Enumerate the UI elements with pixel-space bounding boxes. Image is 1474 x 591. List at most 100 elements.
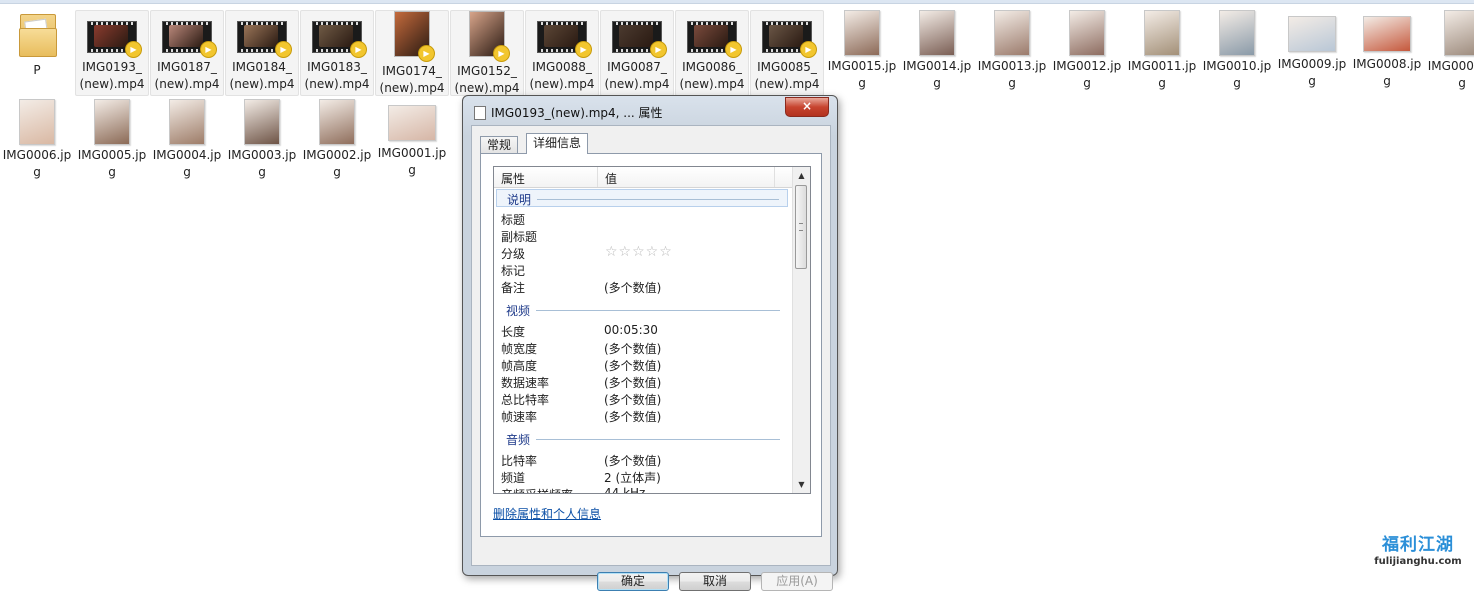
image-file-item[interactable]: IMG0010.jpg (1200, 10, 1274, 96)
tab-general[interactable]: 常规 (480, 136, 519, 153)
video-file-item[interactable]: ▶ IMG0174_(new).mp4 (375, 10, 449, 96)
property-value: (多个数值) (604, 410, 662, 424)
property-value: 2 (立体声) (604, 471, 661, 485)
tab-details[interactable]: 详细信息 (526, 133, 589, 154)
rating-stars-icon[interactable]: ☆☆☆☆☆ (605, 244, 673, 260)
property-row[interactable]: 帧宽度 (多个数值) (494, 340, 792, 357)
vertical-scrollbar[interactable]: ▲ ▼ (792, 167, 810, 493)
file-name-label: IMG0174_(new).mp4 (379, 64, 445, 95)
property-row[interactable]: 分级 ☆☆☆☆☆ (494, 244, 792, 262)
property-row[interactable]: 频道 2 (立体声) (494, 469, 792, 486)
property-row[interactable]: 长度 00:05:30 (494, 323, 792, 340)
video-file-item[interactable]: ▶ IMG0152_(new).mp4 (450, 10, 524, 96)
watermark-text: 福利江湖 (1382, 535, 1454, 555)
property-row[interactable]: 标记 (494, 262, 792, 279)
image-file-item[interactable]: IMG0003.jpg (225, 99, 299, 185)
column-divider[interactable] (774, 167, 775, 187)
image-thumbnail (919, 10, 955, 56)
image-thumbnail (319, 99, 355, 145)
video-thumbnail: ▶ (87, 21, 142, 58)
video-file-item[interactable]: ▶ IMG0087_(new).mp4 (600, 10, 674, 96)
file-name-label: IMG0008.jpg (1352, 57, 1422, 88)
property-row[interactable]: 帧高度 (多个数值) (494, 357, 792, 374)
scroll-up-arrow-icon[interactable]: ▲ (793, 167, 810, 184)
image-file-item[interactable]: IMG0001.jpg (375, 99, 449, 185)
image-thumbnail (1144, 10, 1180, 56)
file-name-label: IMG0011.jpg (1127, 59, 1197, 90)
image-thumbnail (1444, 10, 1474, 56)
property-name: 备注 (501, 281, 526, 295)
image-file-item[interactable]: IMG0013.jpg (975, 10, 1049, 96)
video-file-item[interactable]: ▶ IMG0088_(new).mp4 (525, 10, 599, 96)
group-label: 音频 (506, 433, 531, 447)
dialog-title: IMG0193_(new).mp4, ... 属性 (491, 106, 663, 120)
video-file-item[interactable]: ▶ IMG0183_(new).mp4 (300, 10, 374, 96)
property-name: 总比特率 (501, 393, 550, 407)
play-overlay-icon: ▶ (200, 41, 217, 58)
image-file-item[interactable]: IMG0007.jpg (1425, 10, 1474, 96)
scrollbar-thumb[interactable] (795, 185, 807, 269)
image-file-item[interactable]: IMG0004.jpg (150, 99, 224, 185)
property-row[interactable]: 总比特率 (多个数值) (494, 391, 792, 408)
property-row[interactable]: 音频采样频率 44 kHz (494, 486, 792, 493)
column-header-value[interactable]: 值 (605, 170, 617, 187)
property-row[interactable]: 副标题 (494, 228, 792, 245)
image-file-item[interactable]: IMG0014.jpg (900, 10, 974, 96)
group-header[interactable]: 说明 (496, 189, 788, 207)
file-name-label: IMG0004.jpg (152, 148, 222, 179)
cancel-button[interactable]: 取消 (679, 572, 751, 591)
video-file-item[interactable]: ▶ IMG0193_(new).mp4 (75, 10, 149, 96)
property-row[interactable]: 标题 (494, 211, 792, 228)
image-file-item[interactable]: IMG0005.jpg (75, 99, 149, 185)
video-file-item[interactable]: ▶ IMG0187_(new).mp4 (150, 10, 224, 96)
property-row[interactable]: 比特率 (多个数值) (494, 452, 792, 469)
video-file-item[interactable]: ▶ IMG0085_(new).mp4 (750, 10, 824, 96)
folder-item[interactable]: P (0, 10, 74, 96)
file-name-label: IMG0088_(new).mp4 (529, 60, 595, 91)
play-overlay-icon: ▶ (350, 41, 367, 58)
video-thumbnail: ▶ (537, 21, 592, 58)
group-header[interactable]: 视频 (496, 301, 788, 319)
file-name-label: IMG0086_(new).mp4 (679, 60, 745, 91)
play-overlay-icon: ▶ (125, 41, 142, 58)
video-thumbnail: ▶ (394, 11, 435, 62)
property-list[interactable]: 属性 值 说明 标题 副标题 分级 ☆☆☆☆☆ 标记 备注 (多个数值) 视频 长度 00:05:3… (493, 166, 811, 494)
image-file-item[interactable]: IMG0012.jpg (1050, 10, 1124, 96)
column-divider[interactable] (597, 167, 598, 187)
image-file-item[interactable]: IMG0008.jpg (1350, 10, 1424, 96)
group-label: 说明 (507, 193, 532, 207)
group-divider (537, 199, 779, 200)
property-name: 频道 (501, 471, 526, 485)
video-file-item[interactable]: ▶ IMG0086_(new).mp4 (675, 10, 749, 96)
video-thumbnail: ▶ (162, 21, 217, 58)
scroll-down-arrow-icon[interactable]: ▼ (793, 476, 810, 493)
image-thumbnail (169, 99, 205, 145)
property-row[interactable]: 备注 (多个数值) (494, 279, 792, 296)
column-header-property[interactable]: 属性 (501, 170, 525, 187)
image-file-item[interactable]: IMG0002.jpg (300, 99, 374, 185)
property-value: 00:05:30 (604, 323, 658, 337)
file-name-label: IMG0085_(new).mp4 (754, 60, 820, 91)
file-name-label: IMG0087_(new).mp4 (604, 60, 670, 91)
file-name-label: IMG0009.jpg (1277, 57, 1347, 88)
image-file-item[interactable]: IMG0006.jpg (0, 99, 74, 185)
property-value: (多个数值) (604, 359, 662, 373)
file-name-label: IMG0187_(new).mp4 (154, 60, 220, 91)
group-divider (536, 439, 780, 440)
image-file-item[interactable]: IMG0015.jpg (825, 10, 899, 96)
remove-properties-link[interactable]: 删除属性和个人信息 (493, 505, 601, 522)
image-file-item[interactable]: IMG0011.jpg (1125, 10, 1199, 96)
property-row[interactable]: 数据速率 (多个数值) (494, 374, 792, 391)
close-button[interactable]: × (785, 97, 829, 117)
apply-button[interactable]: 应用(A) (761, 572, 833, 591)
group-header[interactable]: 音频 (496, 430, 788, 448)
ok-button[interactable]: 确定 (597, 572, 669, 591)
image-file-item[interactable]: IMG0009.jpg (1275, 10, 1349, 96)
file-name-label: IMG0003.jpg (227, 148, 297, 179)
property-row[interactable]: 帧速率 (多个数值) (494, 408, 792, 425)
property-name: 帧宽度 (501, 342, 538, 356)
file-name-label: IMG0193_(new).mp4 (79, 60, 145, 91)
video-thumbnail: ▶ (469, 11, 510, 62)
video-file-item[interactable]: ▶ IMG0184_(new).mp4 (225, 10, 299, 96)
file-name-label: P (33, 63, 41, 77)
